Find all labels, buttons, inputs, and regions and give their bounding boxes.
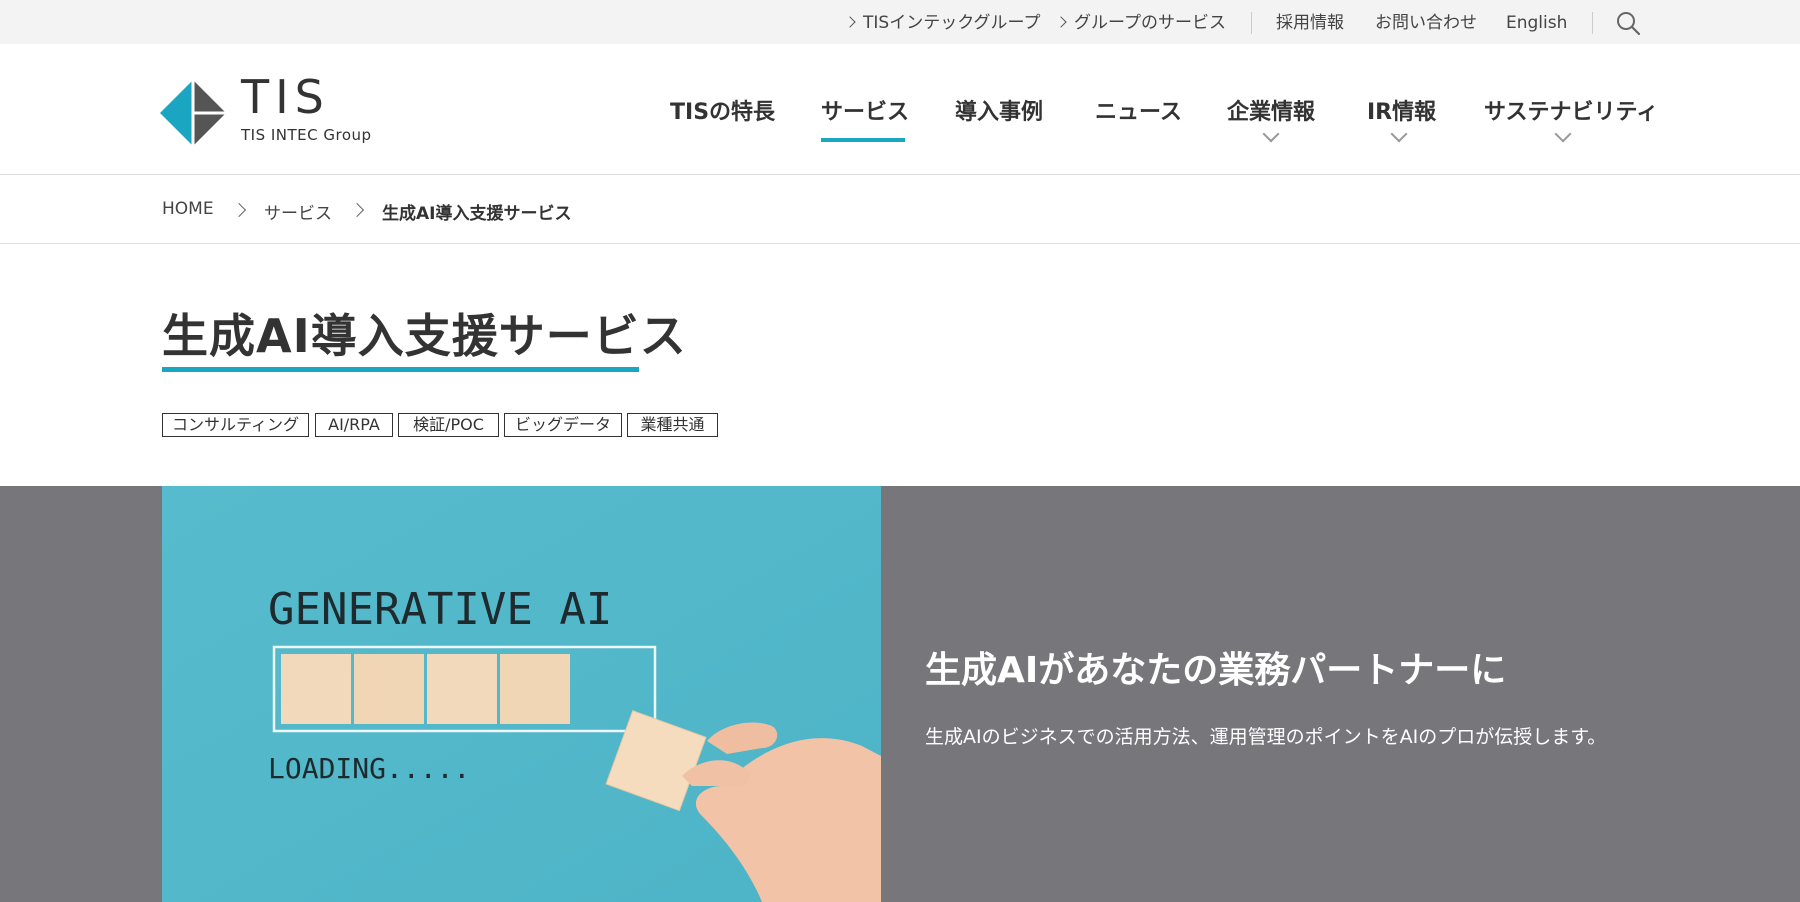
- search-icon[interactable]: [1616, 11, 1640, 35]
- breadcrumb: HOME サービス 生成AI導入支援サービス: [0, 175, 1800, 244]
- tag[interactable]: ビッグデータ: [504, 413, 622, 437]
- illustration-loading: LOADING.....: [268, 752, 470, 785]
- chevron-right-icon: [1055, 16, 1067, 28]
- illustration-title: GENERATIVE AI: [268, 584, 612, 635]
- logo-subtitle: TIS INTEC Group: [241, 126, 372, 144]
- tag[interactable]: 検証/POC: [398, 413, 499, 437]
- recruit-link[interactable]: 採用情報: [1276, 0, 1344, 44]
- contact-link[interactable]: お問い合わせ: [1375, 0, 1477, 44]
- hero-headline: 生成AIがあなたの業務パートナーに: [925, 650, 1507, 691]
- group-services-link-label: グループのサービス: [1074, 13, 1226, 33]
- site-header: TIS TIS INTEC Group TISの特長 サービス 導入事例 ニュー…: [0, 44, 1800, 175]
- chevron-right-icon: [844, 16, 856, 28]
- english-link[interactable]: English: [1506, 0, 1567, 44]
- group-link-label: TISインテックグループ: [863, 13, 1041, 33]
- tag[interactable]: コンサルティング: [162, 413, 309, 437]
- tag[interactable]: 業種共通: [627, 413, 718, 437]
- nav-item-ir[interactable]: IR情報: [1367, 94, 1436, 126]
- tis-logo[interactable]: TIS TIS INTEC Group: [160, 70, 380, 154]
- chevron-down-icon: [1262, 125, 1280, 143]
- nav-item-news[interactable]: ニュース: [1095, 94, 1182, 126]
- nav-item-company[interactable]: 企業情報: [1227, 94, 1315, 126]
- group-link[interactable]: TISインテックグループ: [844, 0, 1041, 44]
- nav-item-case-studies[interactable]: 導入事例: [955, 94, 1043, 126]
- divider: [1251, 12, 1252, 34]
- group-services-link[interactable]: グループのサービス: [1055, 0, 1226, 44]
- nav-item-features[interactable]: TISの特長: [670, 94, 775, 126]
- hero-section: GENERATIVE AI LOADING..... 生成AIがあなたの業務パー…: [0, 486, 1800, 902]
- divider: [1592, 12, 1593, 34]
- breadcrumb-current: 生成AI導入支援サービス: [382, 204, 572, 224]
- nav-active-indicator: [821, 138, 905, 142]
- logo-mark-icon: [160, 80, 226, 146]
- chevron-right-icon: [231, 202, 247, 218]
- tag[interactable]: AI/RPA: [315, 413, 393, 437]
- generative-ai-illustration: GENERATIVE AI LOADING.....: [162, 486, 881, 902]
- breadcrumb-services[interactable]: サービス: [264, 199, 332, 224]
- hero-image: GENERATIVE AI LOADING.....: [162, 486, 881, 902]
- breadcrumb-home[interactable]: HOME: [162, 199, 214, 219]
- nav-item-sustainability[interactable]: サステナビリティ: [1484, 94, 1658, 126]
- chevron-right-icon: [349, 202, 365, 218]
- hero-description: 生成AIのビジネスでの活用方法、運用管理のポイントをAIのプロが伝授します。: [925, 726, 1607, 748]
- nav-item-services[interactable]: サービス: [821, 94, 909, 126]
- page-title: 生成AI導入支援サービス: [162, 309, 687, 363]
- chevron-down-icon: [1390, 125, 1408, 143]
- chevron-down-icon: [1554, 125, 1572, 143]
- logo-wordmark: TIS: [241, 70, 330, 124]
- title-underline: [162, 367, 639, 372]
- utility-bar: TISインテックグループ グループのサービス 採用情報 お問い合わせ Engli…: [0, 0, 1800, 44]
